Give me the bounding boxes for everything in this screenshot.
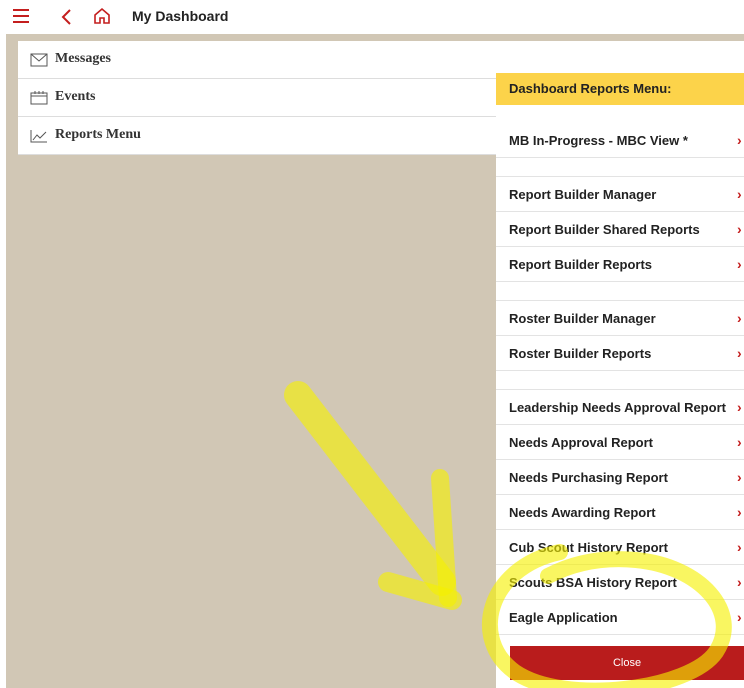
menu-item-mb-in-progress[interactable]: MB In-Progress - MBC View * › <box>496 123 744 158</box>
chevron-right-icon: › <box>737 469 742 485</box>
chevron-right-icon: › <box>737 256 742 272</box>
chevron-right-icon: › <box>737 574 742 590</box>
top-bar: My Dashboard <box>0 0 744 34</box>
nav-item-label: Reports Menu <box>55 127 141 142</box>
nav-item-reports-menu[interactable]: Reports Menu <box>18 117 496 155</box>
chevron-right-icon: › <box>737 345 742 361</box>
hamburger-menu-icon[interactable] <box>12 7 32 25</box>
menu-item-label: MB In-Progress - MBC View * <box>509 133 688 148</box>
menu-item-needs-purchasing[interactable]: Needs Purchasing Report › <box>496 460 744 495</box>
menu-item-label: Report Builder Shared Reports <box>509 222 700 237</box>
envelope-icon <box>30 53 48 67</box>
menu-item-label: Roster Builder Manager <box>509 311 656 326</box>
nav-item-events[interactable]: Events <box>18 79 496 117</box>
chevron-right-icon: › <box>737 504 742 520</box>
chevron-right-icon: › <box>737 399 742 415</box>
chevron-right-icon: › <box>737 132 742 148</box>
chevron-right-icon: › <box>737 186 742 202</box>
menu-item-label: Report Builder Reports <box>509 257 653 272</box>
menu-item-label: Needs Awarding Report <box>509 505 656 520</box>
menu-item-label: Leadership Needs Approval Report <box>509 400 726 415</box>
menu-item-roster-builder-manager[interactable]: Roster Builder Manager › <box>496 301 744 336</box>
menu-item-report-builder-manager[interactable]: Report Builder Manager › <box>496 177 744 212</box>
menu-item-report-builder-reports[interactable]: Report Builder Reports › <box>496 247 744 282</box>
page-title: My Dashboard <box>132 8 229 24</box>
chevron-right-icon: › <box>737 609 742 625</box>
menu-item-label: Cub Scout History Report <box>509 540 668 555</box>
reports-menu-title: Dashboard Reports Menu: <box>509 81 672 96</box>
back-arrow-icon[interactable] <box>60 8 74 26</box>
close-button[interactable]: Close <box>510 646 744 680</box>
menu-item-scouts-bsa-history[interactable]: Scouts BSA History Report › <box>496 565 744 600</box>
reports-menu-header: Dashboard Reports Menu: <box>496 73 744 105</box>
chevron-right-icon: › <box>737 310 742 326</box>
menu-item-report-builder-shared-reports[interactable]: Report Builder Shared Reports › <box>496 212 744 247</box>
menu-item-label: Needs Purchasing Report <box>509 470 668 485</box>
menu-divider <box>496 282 744 301</box>
calendar-icon <box>30 91 48 105</box>
chevron-right-icon: › <box>737 539 742 555</box>
home-icon[interactable] <box>92 7 112 25</box>
menu-item-cub-scout-history[interactable]: Cub Scout History Report › <box>496 530 744 565</box>
chevron-right-icon: › <box>737 221 742 237</box>
nav-item-label: Events <box>55 89 96 104</box>
menu-item-needs-approval[interactable]: Needs Approval Report › <box>496 425 744 460</box>
nav-item-label: Messages <box>55 51 111 66</box>
menu-item-label: Scouts BSA History Report <box>509 575 677 590</box>
menu-item-label: Needs Approval Report <box>509 435 653 450</box>
reports-menu-panel: Dashboard Reports Menu: MB In-Progress -… <box>496 73 744 688</box>
nav-item-messages[interactable]: Messages <box>18 41 496 79</box>
menu-item-label: Eagle Application <box>509 610 618 625</box>
menu-spacer <box>496 105 744 123</box>
menu-item-leadership-needs-approval[interactable]: Leadership Needs Approval Report › <box>496 390 744 425</box>
menu-item-needs-awarding[interactable]: Needs Awarding Report › <box>496 495 744 530</box>
menu-item-label: Roster Builder Reports <box>509 346 652 361</box>
left-nav-panel: Messages Events Reports Menu <box>18 41 496 155</box>
menu-top-strip <box>496 41 744 73</box>
menu-item-label: Report Builder Manager <box>509 187 657 202</box>
menu-item-roster-builder-reports[interactable]: Roster Builder Reports › <box>496 336 744 371</box>
menu-divider <box>496 371 744 390</box>
menu-divider <box>496 158 744 177</box>
menu-item-eagle-application[interactable]: Eagle Application › <box>496 600 744 635</box>
chevron-right-icon: › <box>737 434 742 450</box>
line-chart-icon <box>30 130 47 143</box>
